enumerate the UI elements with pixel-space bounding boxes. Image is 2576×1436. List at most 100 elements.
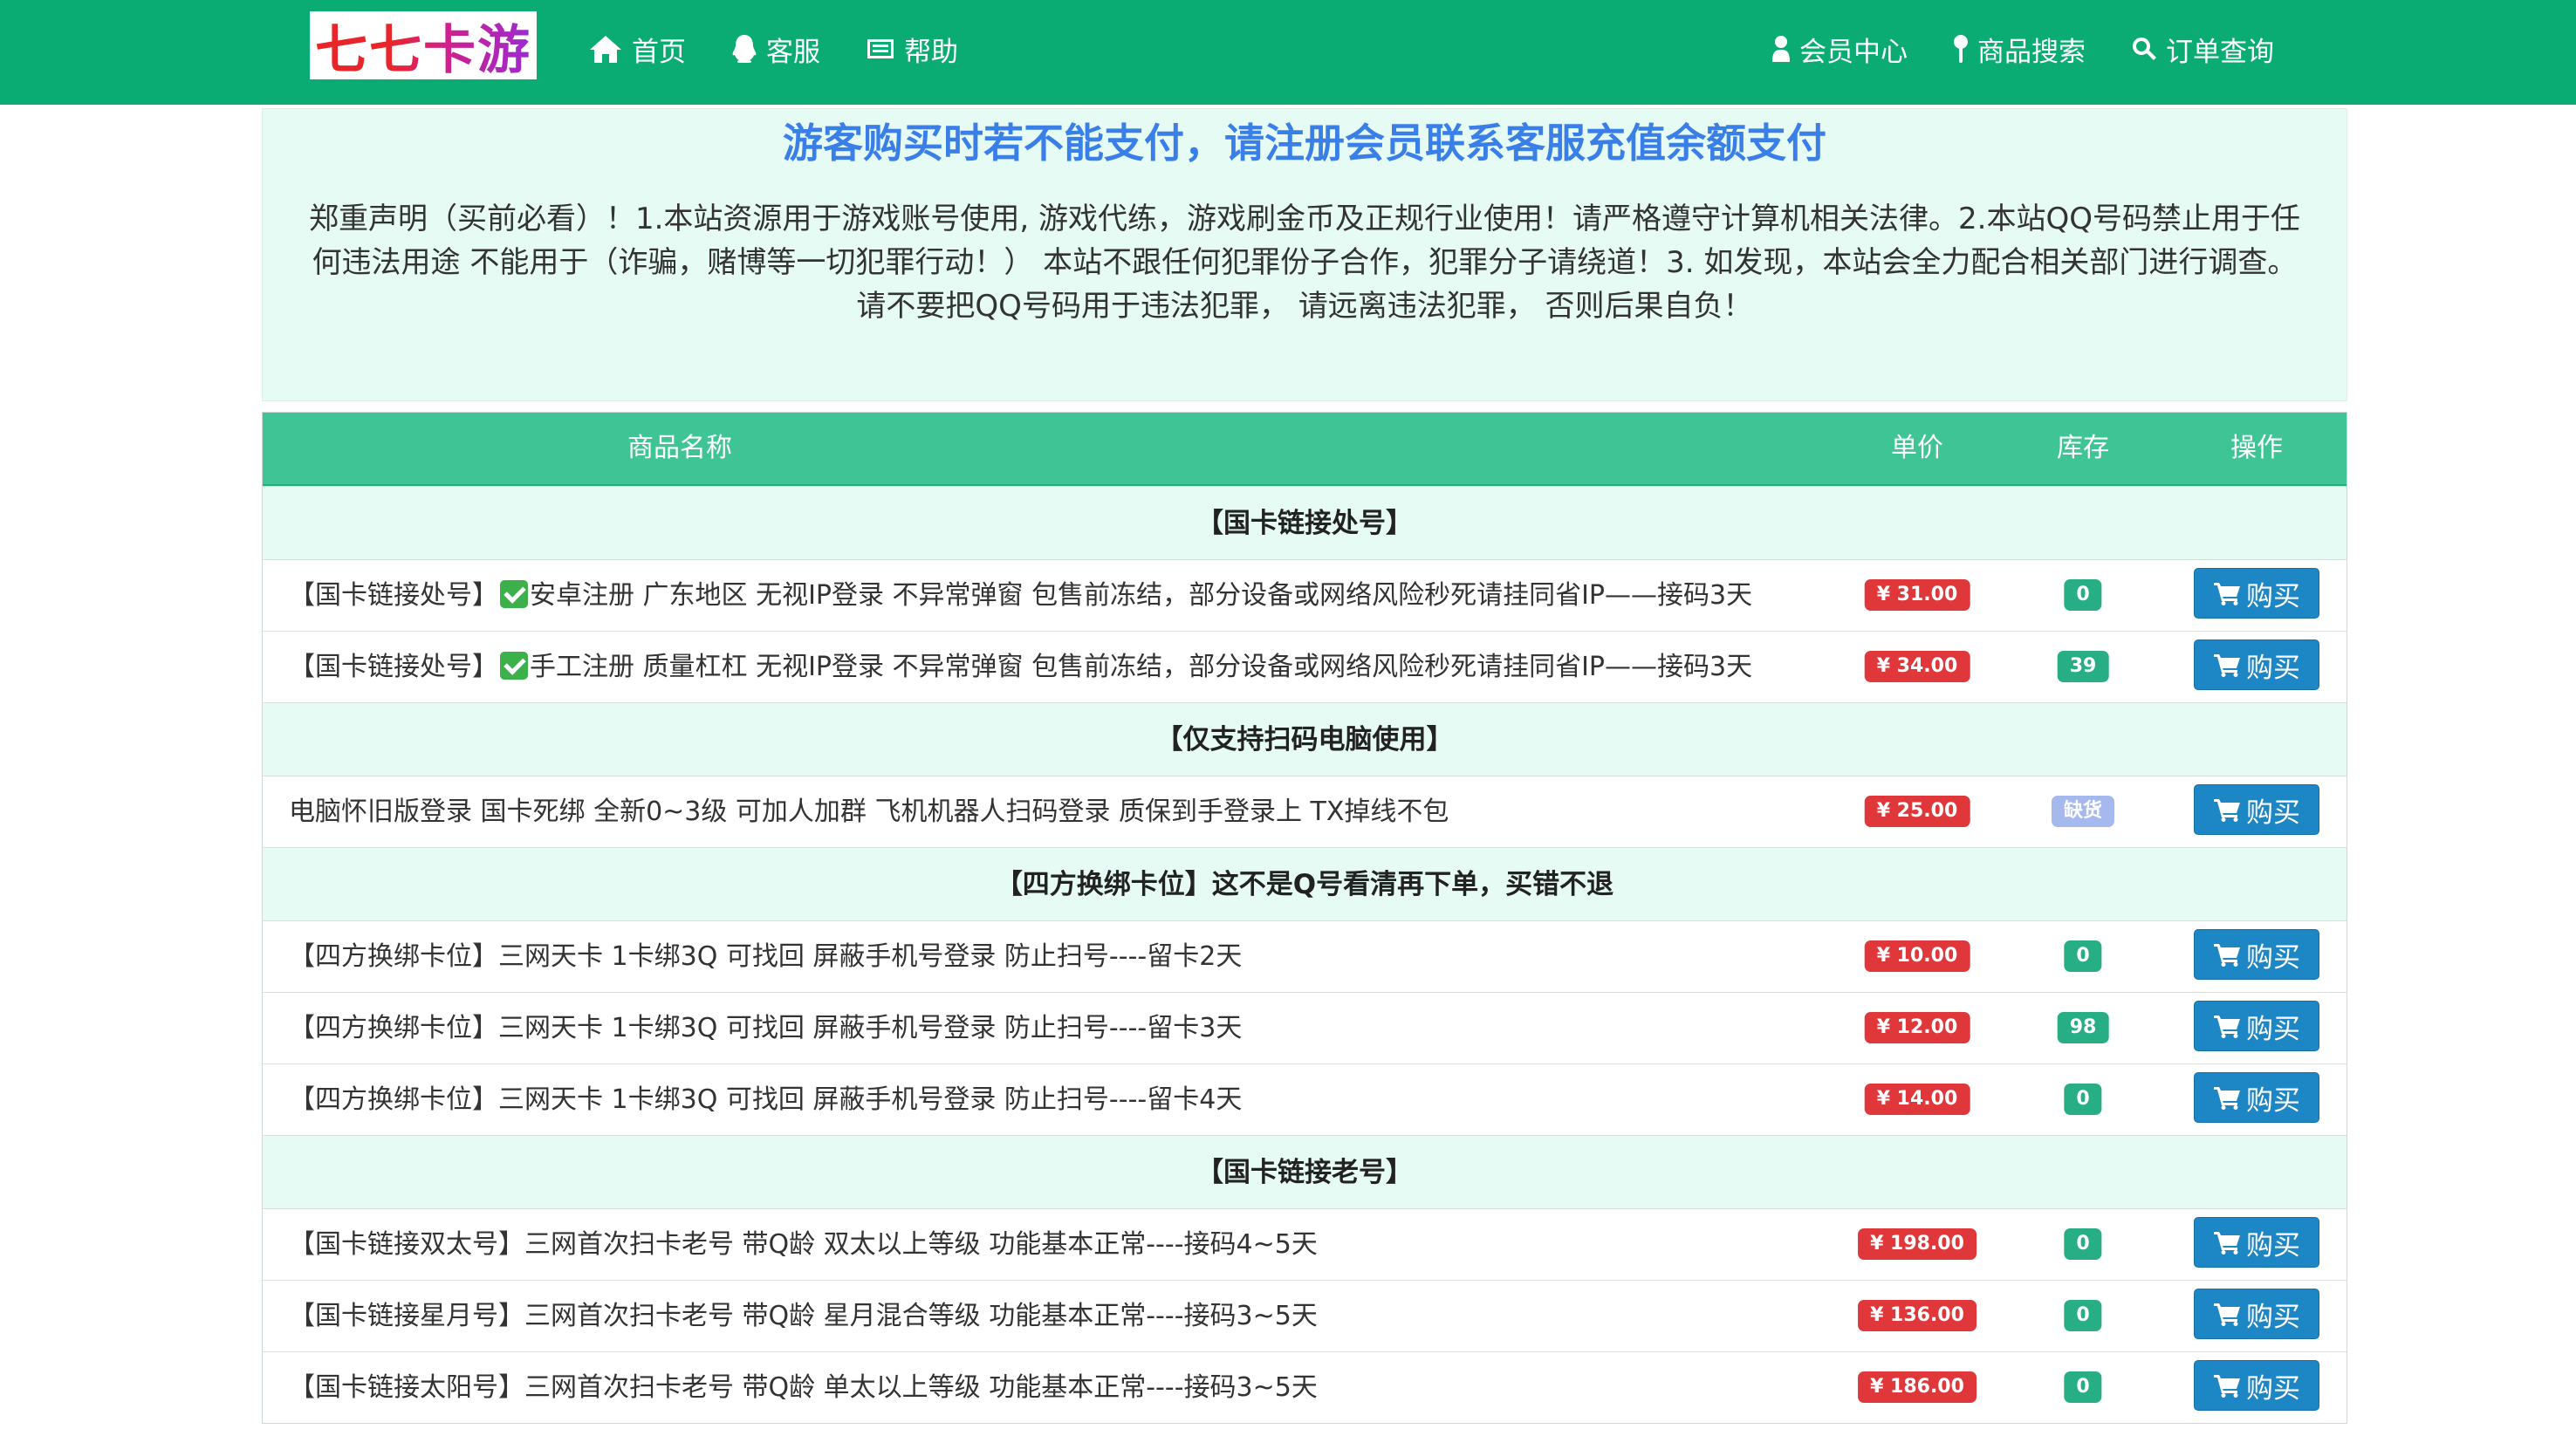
product-name[interactable]: 【国卡链接星月号】三网首次扫卡老号 带Q龄 星月混合等级 功能基本正常----接…: [289, 1281, 1318, 1352]
buy-button[interactable]: 购买: [2194, 784, 2319, 835]
buy-button[interactable]: 购买: [2194, 1001, 2319, 1051]
notice-body: 郑重声明（买前必看）！1.本站资源用于游戏账号使用, 游戏代练，游戏刷金币及正规…: [308, 202, 2300, 324]
product-name[interactable]: 【国卡链接处号】 安卓注册 广东地区 无视IP登录 不异常弹窗 包售前冻结，部分设…: [289, 560, 1752, 632]
nav-product-search-link[interactable]: 商品搜索: [1953, 30, 2086, 69]
product-row: 【国卡链接处号】 手工注册 质量杠杠 无视IP登录 不异常弹窗 包售前冻结，部分设…: [263, 631, 2346, 702]
qq-icon: [731, 34, 757, 64]
stock-badge: 98: [2057, 1012, 2109, 1043]
site-logo[interactable]: 七七卡游: [310, 11, 537, 81]
stock-badge: 0: [2064, 940, 2102, 972]
buy-button[interactable]: 购买: [2194, 1360, 2319, 1411]
search-icon: [2131, 36, 2157, 62]
category-row: 【四方换绑卡位】这不是Q号看清再下单，买错不退: [263, 847, 2346, 920]
top-navbar: 七七卡游 首页 客服 帮助 会员中心 商品搜索 订单查询: [0, 0, 2576, 105]
stock-badge: 0: [2064, 1371, 2102, 1403]
buy-button[interactable]: 购买: [2194, 1217, 2319, 1268]
price-badge: ¥ 136.00: [1858, 1300, 1977, 1331]
shopping-cart-icon: [2214, 1232, 2240, 1255]
category-row: 【国卡链接老号】: [263, 1135, 2346, 1208]
nav-home-link[interactable]: 首页: [588, 30, 686, 69]
nav-order-query-link[interactable]: 订单查询: [2131, 30, 2274, 69]
category-row: 【仅支持扫码电脑使用】: [263, 702, 2346, 776]
product-name[interactable]: 【国卡链接处号】 手工注册 质量杠杠 无视IP登录 不异常弹窗 包售前冻结，部分设…: [289, 632, 1752, 703]
product-row: 【国卡链接星月号】三网首次扫卡老号 带Q龄 星月混合等级 功能基本正常----接…: [263, 1280, 2346, 1351]
home-icon: [588, 34, 623, 64]
buy-button-label: 购买: [2246, 1372, 2300, 1405]
price-badge: ¥ 25.00: [1864, 796, 1970, 827]
product-name[interactable]: 【国卡链接双太号】三网首次扫卡老号 带Q龄 双太以上等级 功能基本正常----接…: [289, 1209, 1318, 1281]
product-name[interactable]: 【四方换绑卡位】三网天卡 1卡绑3Q 可找回 屏蔽手机号登录 防止扫号----留…: [289, 993, 1242, 1064]
product-row: 电脑怀旧版登录 国卡死绑 全新0~3级 可加人加群 飞机机器人扫码登录 质保到手…: [263, 776, 2346, 847]
buy-button[interactable]: 购买: [2194, 1289, 2319, 1339]
buy-button-label: 购买: [2246, 580, 2300, 612]
product-row: 【四方换绑卡位】三网天卡 1卡绑3Q 可找回 屏蔽手机号登录 防止扫号----留…: [263, 992, 2346, 1063]
map-marker-icon: [1953, 34, 1969, 64]
product-name[interactable]: 【国卡链接太阳号】三网首次扫卡老号 带Q龄 单太以上等级 功能基本正常----接…: [289, 1352, 1318, 1424]
product-name-text: 【国卡链接星月号】三网首次扫卡老号 带Q龄 星月混合等级 功能基本正常----接…: [289, 1301, 1318, 1331]
nav-help-link[interactable]: 帮助: [866, 30, 958, 69]
product-row: 【四方换绑卡位】三网天卡 1卡绑3Q 可找回 屏蔽手机号登录 防止扫号----留…: [263, 920, 2346, 992]
nav-member-center-link[interactable]: 会员中心: [1771, 30, 1908, 69]
nav-left: 首页 客服 帮助: [588, 0, 1004, 98]
product-row: 【国卡链接双太号】三网首次扫卡老号 带Q龄 双太以上等级 功能基本正常----接…: [263, 1208, 2346, 1280]
buy-button-label: 购买: [2246, 1013, 2300, 1045]
check-mark-icon: [500, 652, 528, 680]
buy-button-label: 购买: [2246, 797, 2300, 829]
buy-button[interactable]: 购买: [2194, 568, 2319, 619]
nav-right: 会员中心 商品搜索 订单查询: [1771, 0, 2319, 98]
product-row: 【国卡链接处号】 安卓注册 广东地区 无视IP登录 不异常弹窗 包售前冻结，部分设…: [263, 559, 2346, 631]
product-row: 【国卡链接太阳号】三网首次扫卡老号 带Q龄 单太以上等级 功能基本正常----接…: [263, 1351, 2346, 1423]
price-badge: ¥ 31.00: [1864, 579, 1970, 611]
buy-button-label: 购买: [2246, 941, 2300, 974]
product-name-text: 电脑怀旧版登录 国卡死绑 全新0~3级 可加人加群 飞机机器人扫码登录 质保到手…: [289, 797, 1449, 827]
nav-member-center-label: 会员中心: [1799, 36, 1908, 68]
check-mark-icon: [500, 580, 528, 608]
product-name-text: 【国卡链接双太号】三网首次扫卡老号 带Q龄 双太以上等级 功能基本正常----接…: [289, 1229, 1318, 1260]
buy-button[interactable]: 购买: [2194, 639, 2319, 690]
header-action: 操作: [2230, 433, 2283, 463]
product-name-prefix: 【国卡链接处号】: [289, 580, 498, 611]
nav-home-label: 首页: [632, 36, 686, 68]
product-row: 【四方换绑卡位】三网天卡 1卡绑3Q 可找回 屏蔽手机号登录 防止扫号----留…: [263, 1063, 2346, 1135]
buy-button-label: 购买: [2246, 1084, 2300, 1117]
buy-button-label: 购买: [2246, 1229, 2300, 1262]
buy-button-label: 购买: [2246, 652, 2300, 684]
nav-service-label: 客服: [766, 36, 820, 68]
shopping-cart-icon: [2214, 583, 2240, 605]
price-badge: ¥ 34.00: [1864, 651, 1970, 682]
notice-title: 游客购买时若不能支付，请注册会员联系客服充值余额支付: [783, 120, 1826, 167]
stock-badge: 0: [2064, 579, 2102, 611]
nav-help-label: 帮助: [904, 36, 958, 68]
table-header: 商品名称 单价 库存 操作: [263, 413, 2346, 486]
nav-service-link[interactable]: 客服: [731, 30, 820, 69]
out-of-stock-badge: 缺货: [2051, 796, 2115, 827]
stock-badge: 0: [2064, 1228, 2102, 1260]
shopping-cart-icon: [2214, 1303, 2240, 1326]
product-name-text: 【国卡链接太阳号】三网首次扫卡老号 带Q龄 单太以上等级 功能基本正常----接…: [289, 1372, 1318, 1403]
category-row: 【国卡链接处号】: [263, 486, 2346, 559]
price-badge: ¥ 12.00: [1864, 1012, 1970, 1043]
shopping-cart-icon: [2214, 799, 2240, 822]
price-badge: ¥ 10.00: [1864, 940, 1970, 972]
user-icon: [1771, 35, 1791, 63]
shopping-cart-icon: [2214, 944, 2240, 967]
product-name[interactable]: 电脑怀旧版登录 国卡死绑 全新0~3级 可加人加群 飞机机器人扫码登录 质保到手…: [289, 776, 1449, 848]
product-name-text: 【四方换绑卡位】三网天卡 1卡绑3Q 可找回 屏蔽手机号登录 防止扫号----留…: [289, 1013, 1243, 1043]
price-badge: ¥ 14.00: [1864, 1084, 1970, 1115]
buy-button[interactable]: 购买: [2194, 1072, 2319, 1123]
stock-badge: 0: [2064, 1300, 2102, 1331]
buy-button[interactable]: 购买: [2194, 929, 2319, 980]
product-name[interactable]: 【四方换绑卡位】三网天卡 1卡绑3Q 可找回 屏蔽手机号登录 防止扫号----留…: [289, 921, 1242, 993]
product-name-text: 【四方换绑卡位】三网天卡 1卡绑3Q 可找回 屏蔽手机号登录 防止扫号----留…: [289, 1084, 1243, 1115]
logo-text: 七七卡游: [315, 8, 531, 84]
price-badge: ¥ 198.00: [1858, 1228, 1977, 1260]
stock-badge: 0: [2064, 1084, 2102, 1115]
product-name-text: 安卓注册 广东地区 无视IP登录 不异常弹窗 包售前冻结，部分设备或网络风险秒死…: [530, 580, 1753, 611]
product-name[interactable]: 【四方换绑卡位】三网天卡 1卡绑3Q 可找回 屏蔽手机号登录 防止扫号----留…: [289, 1064, 1242, 1136]
shopping-cart-icon: [2214, 1087, 2240, 1110]
nav-order-query-label: 订单查询: [2166, 36, 2274, 68]
table-body: 【国卡链接处号】 【国卡链接处号】 安卓注册 广东地区 无视IP登录 不异常弹窗 包…: [263, 486, 2346, 1423]
stock-badge: 39: [2057, 651, 2109, 682]
list-icon: [866, 37, 895, 61]
product-name-text: 【四方换绑卡位】三网天卡 1卡绑3Q 可找回 屏蔽手机号登录 防止扫号----留…: [289, 941, 1243, 972]
